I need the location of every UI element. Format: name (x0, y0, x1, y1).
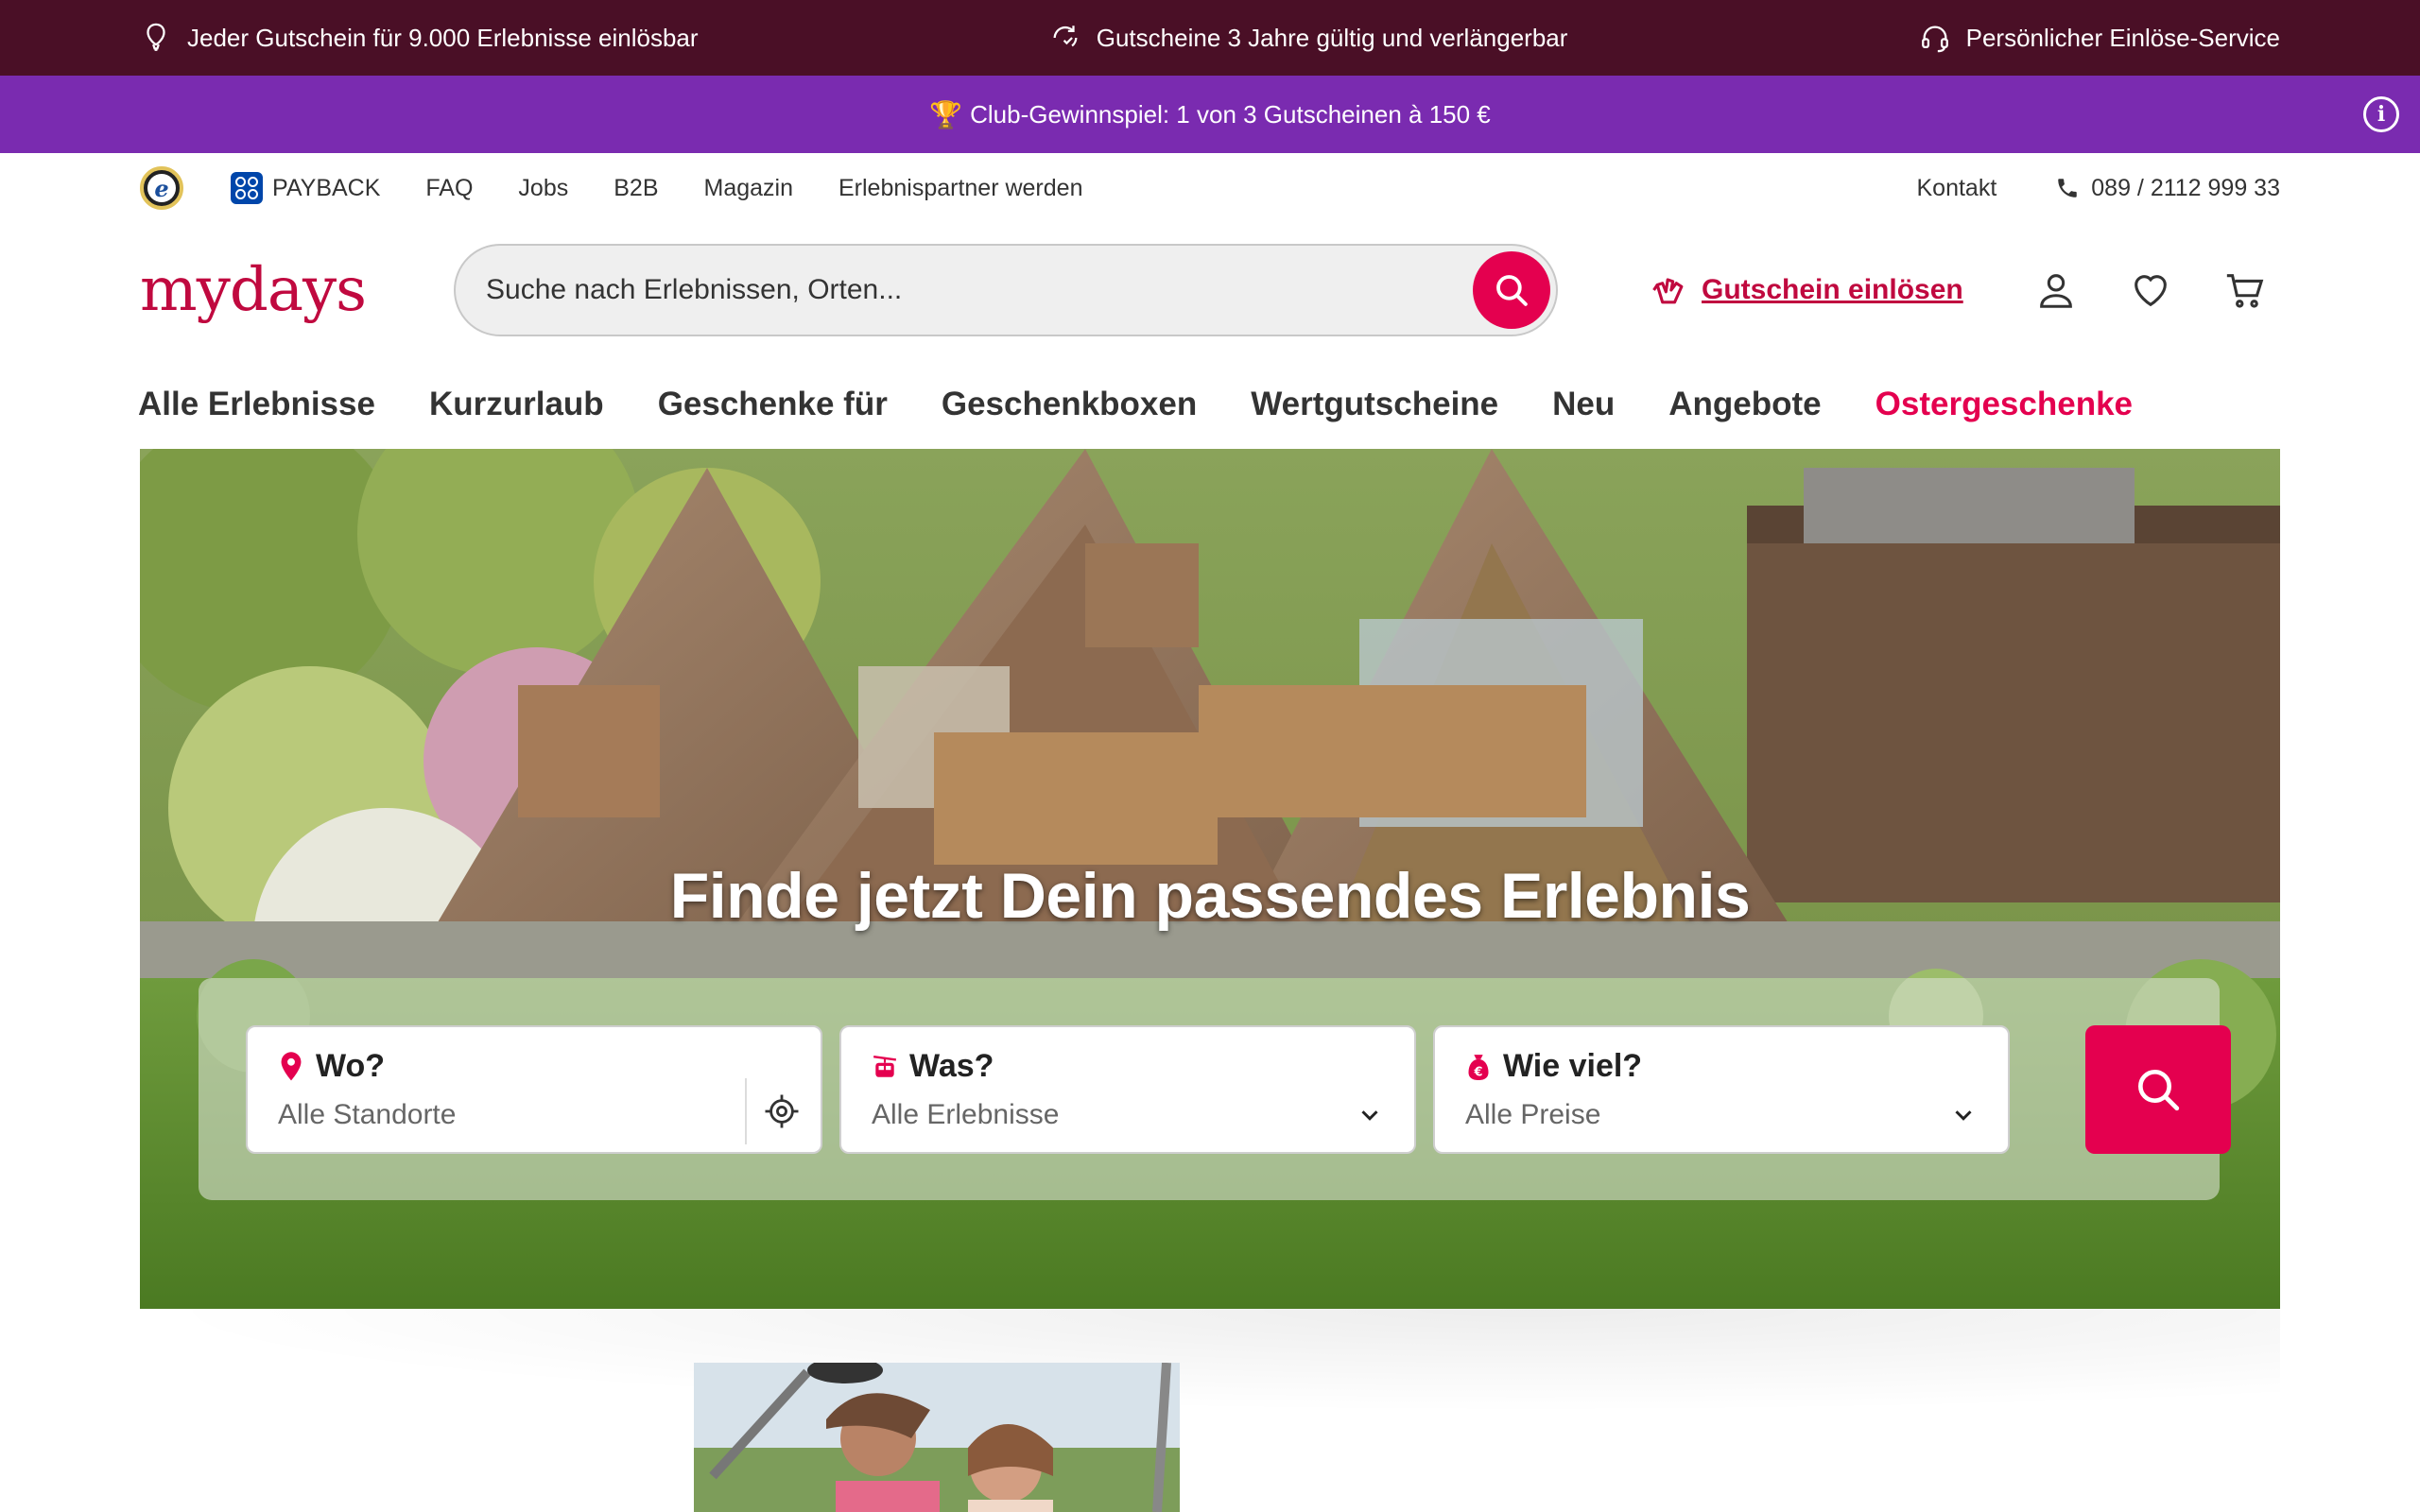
experience-finder: Wo? Alle Standorte Was? Alle Erlebnisse … (199, 978, 2231, 1200)
category-nav: Alle Erlebnisse Kurzurlaub Geschenke für… (138, 374, 2133, 435)
location-label: Wo? (316, 1048, 386, 1084)
map-pin-icon (281, 1051, 302, 1080)
payback-link[interactable]: PAYBACK (231, 172, 380, 204)
kontakt-link[interactable]: Kontakt (1916, 175, 1996, 202)
usp-item: Jeder Gutschein für 9.000 Erlebnisse ein… (140, 22, 699, 54)
category-label: Was? (909, 1048, 994, 1084)
hero-banner: Finde jetzt Dein passendes Erlebnis Wo? … (140, 449, 2280, 1309)
usp-bar: Jeder Gutschein für 9.000 Erlebnisse ein… (0, 0, 2420, 76)
locate-me-icon[interactable] (762, 1091, 802, 1131)
search-input[interactable] (486, 274, 1431, 306)
nav-wertgutscheine[interactable]: Wertgutscheine (1251, 386, 1498, 423)
promo-bar[interactable]: 🏆 Club-Gewinnspiel: 1 von 3 Gutscheinen … (0, 76, 2420, 153)
partner-link[interactable]: Erlebnispartner werden (838, 175, 1082, 202)
chevron-down-icon (1361, 1110, 1378, 1121)
nav-ostergeschenke[interactable]: Ostergeschenke (1876, 386, 2133, 423)
nav-geschenkboxen[interactable]: Geschenkboxen (942, 386, 1197, 423)
nav-neu[interactable]: Neu (1552, 386, 1615, 423)
phone-link[interactable]: 089 / 2112 999 33 (2055, 175, 2280, 202)
phone-icon (2058, 179, 2078, 198)
service-nav: e PAYBACK FAQ Jobs B2B Magazin Erlebnisp… (140, 153, 2280, 223)
usp-text: Gutscheine 3 Jahre gültig und verlängerb… (1096, 23, 1568, 52)
usp-text: Jeder Gutschein für 9.000 Erlebnisse ein… (187, 23, 699, 52)
cart-icon[interactable] (2223, 268, 2267, 312)
svg-text:€: € (1474, 1065, 1483, 1079)
price-select[interactable]: € Wie viel? Alle Preise (1433, 1025, 2010, 1154)
main-header: mydays Gutschein einlösen (140, 223, 2280, 357)
promo-text: Club-Gewinnspiel: 1 von 3 Gutscheinen à … (970, 99, 1491, 129)
user-icon[interactable] (2034, 268, 2078, 312)
heart-icon[interactable] (2129, 268, 2172, 312)
usp-item: Persönlicher Einlöse-Service (1919, 22, 2280, 54)
headset-icon (1921, 26, 1948, 53)
price-label: Wie viel? (1503, 1048, 1643, 1084)
payback-icon (231, 172, 263, 204)
hero-title: Finde jetzt Dein passendes Erlebnis (669, 860, 1751, 932)
voucher-hand-icon (1652, 278, 1684, 304)
teaser-image[interactable] (694, 1363, 1180, 1512)
price-value: Alle Preise (1465, 1099, 1601, 1130)
refresh-icon (1053, 26, 1078, 47)
search-button[interactable] (1473, 251, 1550, 329)
nav-geschenke-fuer[interactable]: Geschenke für (658, 386, 888, 423)
search-icon (2138, 1070, 2180, 1111)
search-bar (454, 244, 1558, 336)
trophy-icon: 🏆 (929, 99, 963, 129)
balloon-icon (147, 23, 165, 51)
info-icon[interactable]: i (2363, 96, 2399, 132)
location-field[interactable]: Wo? Alle Standorte (246, 1025, 822, 1154)
redeem-voucher-link[interactable]: Gutschein einlösen (1649, 269, 1963, 311)
trusted-shops-badge[interactable]: e (140, 166, 183, 210)
category-value: Alle Erlebnisse (872, 1099, 1060, 1130)
nav-kurzurlaub[interactable]: Kurzurlaub (429, 386, 604, 423)
jobs-link[interactable]: Jobs (518, 175, 568, 202)
location-value: Alle Standorte (278, 1099, 457, 1130)
mydays-logo[interactable]: mydays (140, 255, 454, 325)
usp-item: Gutscheine 3 Jahre gültig und verlängerb… (1049, 22, 1568, 54)
magazin-link[interactable]: Magazin (704, 175, 794, 202)
faq-link[interactable]: FAQ (425, 175, 473, 202)
header-actions (2034, 268, 2267, 312)
usp-text: Persönlicher Einlöse-Service (1965, 23, 2280, 52)
b2b-link[interactable]: B2B (614, 175, 658, 202)
chevron-down-icon (1955, 1110, 1972, 1121)
search-icon (1496, 275, 1528, 306)
cable-car-icon (873, 1055, 897, 1077)
category-select[interactable]: Was? Alle Erlebnisse (839, 1025, 1416, 1154)
money-bag-icon: € (1468, 1054, 1489, 1080)
nav-angebote[interactable]: Angebote (1668, 386, 1821, 423)
finder-search-button[interactable] (2085, 1025, 2231, 1154)
nav-alle-erlebnisse[interactable]: Alle Erlebnisse (138, 386, 375, 423)
